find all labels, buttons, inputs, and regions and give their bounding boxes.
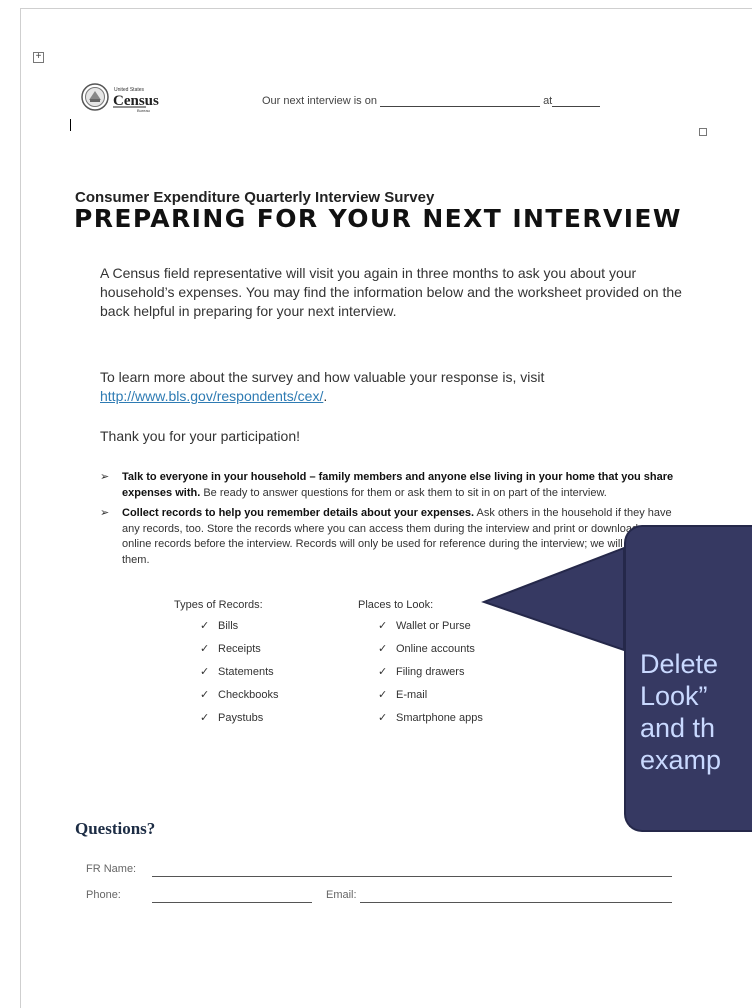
census-bureau-logo: United States Census Bureau (81, 83, 159, 113)
interview-date-blank[interactable] (380, 96, 540, 107)
record-type-label: Receipts (218, 643, 261, 655)
list-item: ➢ Talk to everyone in your household – f… (100, 470, 680, 501)
list-item: ✓ Statements (200, 665, 279, 688)
interview-time-blank[interactable] (552, 96, 601, 107)
thank-you-text: Thank you for your participation! (100, 428, 300, 444)
learn-more-text: To learn more about the survey and how v… (100, 369, 545, 385)
paragraph-mark-icon (699, 128, 707, 136)
check-icon: ✓ (378, 666, 388, 678)
learn-more-paragraph: To learn more about the survey and how v… (100, 368, 690, 406)
record-type-label: Statements (218, 666, 274, 678)
text-cursor (70, 119, 71, 131)
check-icon: ✓ (200, 689, 210, 701)
email-label: Email: (326, 889, 357, 901)
next-interview-label: Our next interview is on (262, 95, 377, 107)
check-icon: ✓ (378, 712, 388, 724)
place-label: Online accounts (396, 643, 475, 655)
check-icon: ✓ (378, 620, 388, 632)
callout-line: Look” (640, 681, 708, 711)
list-item: ✓ Receipts (200, 642, 279, 665)
list-item: ✓ E-mail (378, 688, 483, 711)
intro-paragraph: A Census field representative will visit… (100, 265, 682, 319)
arrow-bullet-icon: ➢ (100, 507, 110, 519)
check-icon: ✓ (378, 643, 388, 655)
types-of-records-header: Types of Records: (174, 599, 263, 611)
arrow-bullet-icon: ➢ (100, 471, 110, 483)
callout-line: and th (640, 713, 716, 743)
check-icon: ✓ (200, 643, 210, 655)
fr-name-field[interactable] (152, 876, 672, 877)
types-of-records-column: Types of Records: ✓ Bills ✓ Receipts ✓ Stat… (174, 599, 279, 734)
callout-pointer (481, 546, 625, 652)
check-icon: ✓ (200, 666, 210, 678)
questions-heading: Questions? (75, 819, 156, 838)
places-to-look-column: Places to Look: ✓ Wallet or Purse ✓ Online… (358, 599, 483, 734)
list-item: ✓ Online accounts (378, 642, 483, 665)
next-interview-line: Our next interview is on at (262, 95, 601, 107)
list-item: ✓ Paystubs (200, 711, 279, 734)
list-item: ✓ Smartphone apps (378, 711, 483, 734)
table-move-handle-icon[interactable]: + (33, 52, 44, 63)
learn-more-period: . (323, 388, 328, 404)
check-icon: ✓ (200, 620, 210, 632)
list-item: ✓ Bills (200, 619, 279, 642)
logo-bureau: Bureau (137, 108, 150, 113)
at-label: at (543, 95, 553, 107)
place-label: Wallet or Purse (396, 620, 471, 632)
record-type-label: Checkbooks (218, 689, 279, 701)
bullet-text: Be ready to answer questions for them or… (200, 486, 607, 499)
record-type-label: Bills (218, 620, 239, 632)
place-label: E-mail (396, 689, 428, 701)
places-to-look-header: Places to Look: (358, 599, 434, 611)
phone-label: Phone: (86, 889, 121, 901)
bullet-bold-text: Collect records to help you remember det… (122, 507, 475, 519)
place-label: Filing drawers (396, 666, 465, 678)
callout-line: Delete (640, 649, 719, 679)
list-item: ✓ Wallet or Purse (378, 619, 483, 642)
list-item: ✓ Checkbooks (200, 688, 279, 711)
callout-text: Delete Look” and th examp (640, 648, 752, 776)
email-field[interactable] (360, 902, 672, 903)
place-label: Smartphone apps (396, 712, 483, 724)
check-icon: ✓ (200, 712, 210, 724)
callout-line: examp (640, 745, 722, 775)
record-type-label: Paystubs (218, 712, 264, 724)
fr-name-label: FR Name: (86, 863, 137, 875)
phone-field[interactable] (152, 902, 312, 903)
check-icon: ✓ (378, 689, 388, 701)
list-item: ✓ Filing drawers (378, 665, 483, 688)
main-title: PREPARING FOR YOUR NEXT INTERVIEW (74, 204, 682, 233)
bls-respondents-link[interactable]: http://www.bls.gov/respondents/cex/ (100, 388, 323, 404)
